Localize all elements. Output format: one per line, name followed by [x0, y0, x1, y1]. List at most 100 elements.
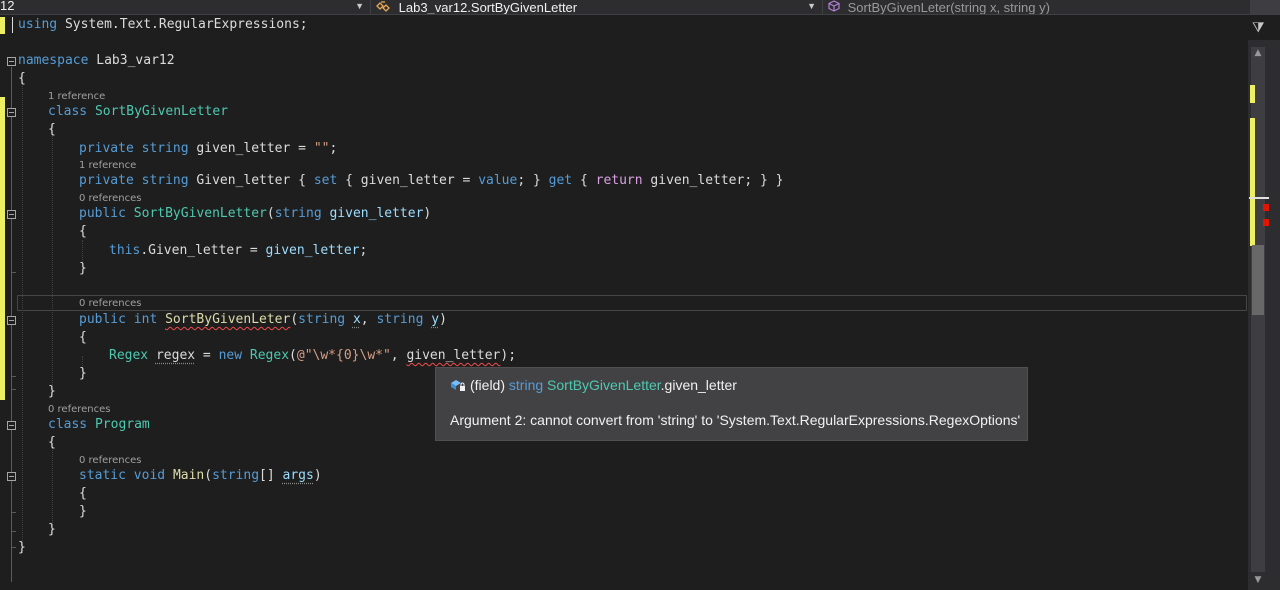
brace: {	[79, 486, 87, 501]
error-marker	[1263, 204, 1269, 211]
code-line: using System.Text.RegularExpressions;	[0, 17, 1246, 33]
brace: }	[79, 261, 87, 276]
nav-dropdown-button[interactable]	[1250, 0, 1280, 14]
keyword: string	[141, 173, 189, 188]
project-dropdown[interactable]: 12 ▼	[0, 0, 368, 14]
current-line-highlight	[17, 295, 1247, 311]
chevron-down-icon: ▼	[807, 1, 816, 11]
code-text: Given_letter {	[188, 173, 314, 188]
code-text: {	[572, 173, 596, 188]
method-icon	[828, 0, 840, 14]
tooltip-prefix: (field)	[470, 377, 509, 393]
scrollbar-thumb[interactable]	[1252, 245, 1264, 315]
change-marker	[1250, 118, 1255, 246]
brace: }	[79, 366, 87, 381]
parameter-name: given_letter	[265, 243, 360, 258]
code-text: (	[204, 468, 213, 483]
brace: }	[18, 540, 26, 555]
class-name: Program	[94, 417, 150, 432]
keyword: string	[274, 206, 322, 221]
navigation-bar: 12 ▼ Lab3_var12.SortByGivenLetter ▼ Sort…	[0, 0, 1280, 15]
code-text: )	[423, 206, 432, 221]
keyword: get	[548, 173, 573, 188]
code-text: { given_letter =	[337, 173, 479, 188]
code-text: =	[195, 348, 219, 363]
code-line: Regex regex = new Regex(@"\w*{0}\w*", gi…	[0, 348, 1246, 364]
change-marker	[1250, 85, 1255, 103]
code-text: (	[266, 206, 275, 221]
code-line: private string given_letter = "";	[0, 141, 1246, 157]
code-line: namespace Lab3_var12	[0, 53, 1246, 69]
nav-divider	[822, 0, 823, 14]
tooltip-signature: (field) string SortByGivenLetter.given_l…	[450, 377, 737, 393]
codelens-references[interactable]: 0 references	[79, 193, 142, 204]
brace: {	[18, 71, 26, 86]
parameter-name: args	[282, 468, 314, 483]
code-text: ,	[390, 348, 407, 363]
code-line: {	[0, 330, 1246, 346]
keyword: public	[79, 206, 126, 221]
string-literal: @"\w*{0}\w*"	[296, 348, 391, 363]
error-argument[interactable]: given_letter	[406, 348, 500, 363]
error-marker	[1263, 219, 1269, 226]
keyword: value	[478, 173, 518, 188]
method-name: Main	[172, 468, 205, 483]
code-line: }	[0, 261, 1246, 277]
brace: }	[48, 522, 56, 537]
scroll-up-icon[interactable]: ▲	[1252, 48, 1264, 58]
code-line: class SortByGivenLetter	[0, 104, 1246, 120]
method-name: SortByGivenLeter	[165, 312, 291, 327]
code-line: static void Main(string[] args)	[0, 468, 1246, 484]
chevron-down-icon: ▼	[355, 1, 364, 11]
type-name: Regex	[109, 348, 149, 363]
keyword: int	[133, 312, 158, 327]
code-line: private string Given_letter { set { give…	[0, 173, 1246, 189]
codelens-references[interactable]: 1 reference	[48, 91, 105, 102]
type-name: Regex	[249, 348, 290, 363]
caret-position-marker	[1249, 197, 1269, 199]
code-text: )	[313, 468, 322, 483]
keyword: class	[48, 417, 88, 432]
string-literal: ""	[313, 141, 330, 156]
code-text: given_letter; } }	[642, 173, 784, 188]
keyword: public	[79, 312, 126, 327]
code-text: []	[259, 468, 283, 483]
keyword: string	[212, 468, 260, 483]
parameter-name: y	[431, 312, 440, 327]
tooltip-member: .given_letter	[660, 377, 737, 393]
brace: }	[48, 384, 56, 399]
code-line: this.Given_letter = given_letter;	[0, 243, 1246, 259]
quickinfo-tooltip: (field) string SortByGivenLetter.given_l…	[435, 367, 1028, 441]
code-line: }	[0, 522, 1246, 538]
brace: {	[48, 122, 56, 137]
parameter-name: given_letter	[321, 206, 424, 221]
code-text: );	[500, 348, 517, 363]
codelens-references[interactable]: 0 references	[48, 404, 111, 415]
namespace-name: Lab3_var12	[88, 53, 175, 68]
type-dropdown[interactable]: Lab3_var12.SortByGivenLetter ▼	[376, 0, 820, 14]
brace: {	[79, 224, 87, 239]
brace: {	[79, 330, 87, 345]
class-name: SortByGivenLetter	[94, 104, 229, 119]
keyword: string	[298, 312, 346, 327]
codelens-references[interactable]: 0 references	[79, 298, 142, 309]
keyword: set	[313, 173, 338, 188]
constructor-name: SortByGivenLetter	[133, 206, 267, 221]
codelens-references[interactable]: 1 reference	[79, 160, 136, 171]
split-window-icon[interactable]: ⧩	[1252, 20, 1265, 36]
codelens-references[interactable]: 0 references	[79, 455, 142, 466]
member-context-label: SortByGivenLeter(string x, string y)	[847, 0, 1050, 14]
member-dropdown[interactable]: SortByGivenLeter(string x, string y)	[828, 0, 1248, 14]
project-label: 12	[0, 0, 15, 13]
nav-divider	[370, 0, 371, 14]
keyword: private	[79, 141, 134, 156]
code-text: ;	[329, 141, 338, 156]
parameter-name: x	[352, 312, 361, 327]
keyword: string	[141, 141, 189, 156]
keyword: this	[109, 243, 141, 258]
keyword: using	[18, 17, 58, 32]
code-line: {	[0, 122, 1246, 138]
keyword: private	[79, 173, 134, 188]
code-text: .Given_letter =	[140, 243, 266, 258]
scroll-down-icon[interactable]: ▼	[1252, 575, 1264, 585]
